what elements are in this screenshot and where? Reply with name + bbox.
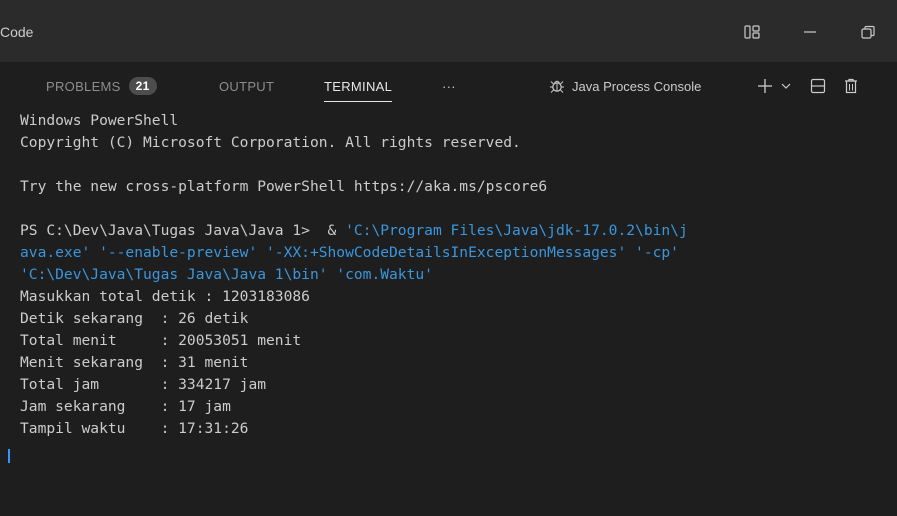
output-line: Total jam : 334217 jam	[20, 376, 267, 393]
output-line: Masukkan total detik : 1203183086	[20, 288, 310, 305]
tab-problems[interactable]: PROBLEMS 21	[46, 76, 157, 96]
output-line: Total menit : 20053051 menit	[20, 332, 302, 349]
command-line: PS C:\Dev\Java\Tugas Java\Java 1> & 'C:\…	[20, 220, 890, 242]
scroll-marker	[8, 449, 10, 463]
window-controls	[723, 12, 897, 52]
command-text: 'C:\Program Files\Java\jdk-17.0.2\bin\j	[345, 222, 688, 239]
output-line: Jam sekarang : 17 jam	[20, 398, 231, 415]
tab-terminal-label: TERMINAL	[324, 78, 393, 94]
panel-tab-bar: PROBLEMS 21 OUTPUT TERMINAL ··· Java Pro…	[0, 62, 897, 110]
chevron-down-icon[interactable]	[778, 74, 794, 98]
debug-icon	[550, 80, 564, 93]
more-tabs-label: ···	[442, 78, 456, 94]
terminal-line: Try the new cross-platform PowerShell ht…	[20, 178, 548, 195]
terminal-selector-label: Java Process Console	[572, 78, 702, 94]
minimize-icon[interactable]	[781, 12, 839, 52]
tab-terminal[interactable]: TERMINAL	[324, 76, 393, 102]
terminal-line: Windows PowerShell	[20, 112, 179, 129]
split-terminal-icon[interactable]	[806, 74, 830, 98]
tab-problems-label: PROBLEMS	[46, 78, 121, 94]
bottom-panel: PROBLEMS 21 OUTPUT TERMINAL ··· Java Pro…	[0, 62, 897, 516]
output-line: Menit sekarang : 31 menit	[20, 354, 249, 371]
trash-icon[interactable]	[839, 74, 863, 98]
add-terminal-icon[interactable]	[754, 74, 776, 98]
tab-output[interactable]: OUTPUT	[219, 76, 274, 96]
prompt: PS C:\Dev\Java\Tugas Java\Java 1> &	[20, 222, 346, 239]
more-tabs-button[interactable]: ···	[442, 76, 456, 96]
layout-icon[interactable]	[723, 12, 781, 52]
terminal-selector[interactable]: Java Process Console	[548, 76, 701, 96]
terminal-line: Copyright (C) Microsoft Corporation. All…	[20, 134, 521, 151]
command-continuation: 'C:\Dev\Java\Tugas Java\Java 1\bin' 'com…	[20, 266, 433, 283]
output-line: Tampil waktu : 17:31:26	[20, 420, 249, 437]
title-bar: Code	[0, 0, 897, 62]
window-title: Code	[0, 24, 34, 40]
tab-output-label: OUTPUT	[219, 78, 275, 94]
problems-count-badge: 21	[128, 77, 157, 95]
output-line: Detik sekarang : 26 detik	[20, 310, 249, 327]
restore-icon[interactable]	[839, 12, 897, 52]
command-continuation: ava.exe' '--enable-preview' '-XX:+ShowCo…	[20, 244, 679, 261]
terminal-output[interactable]: Windows PowerShell Copyright (C) Microso…	[20, 110, 890, 440]
